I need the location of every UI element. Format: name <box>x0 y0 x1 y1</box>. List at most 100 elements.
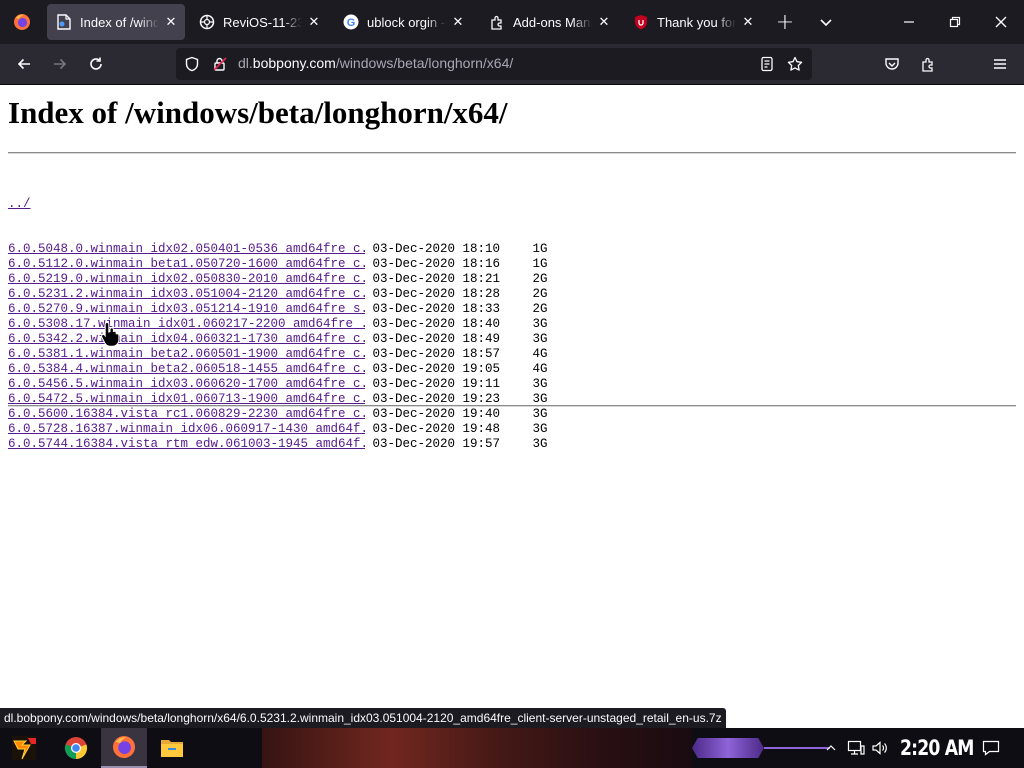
list-all-tabs-button[interactable] <box>811 7 841 37</box>
svg-text:G: G <box>347 17 356 29</box>
app-menu-button[interactable] <box>985 49 1015 79</box>
file-link[interactable]: 6.0.5112.0.winmain_beta1.050720-1600_amd… <box>8 257 365 272</box>
tab-thank-you[interactable]: Thank you for installing ✕ <box>624 4 762 40</box>
file-row: 6.0.5600.16384.vista_rc1.060829-2230_amd… <box>8 407 573 422</box>
close-tab-icon[interactable]: ✕ <box>740 14 756 30</box>
file-size: 2G <box>532 302 548 316</box>
file-date: 03-Dec-2020 19:57 <box>372 437 501 451</box>
parent-row: ../ <box>8 197 573 212</box>
reload-button[interactable] <box>81 49 111 79</box>
page-title: Index of /windows/beta/longhorn/x64/ <box>8 95 508 130</box>
file-size: 1G <box>532 257 548 271</box>
file-link[interactable]: 6.0.5384.4.winmain_beta2.060518-1455_amd… <box>8 362 365 377</box>
file-listing: ../ 6.0.5048.0.winmain_idx02.050401-0536… <box>8 167 573 482</box>
file-date: 03-Dec-2020 18:57 <box>372 347 501 361</box>
close-tab-icon[interactable]: ✕ <box>306 14 322 30</box>
file-size: 3G <box>532 332 548 346</box>
file-row: 6.0.5728.16387.winmain_idx06.060917-1430… <box>8 422 573 437</box>
file-link[interactable]: 6.0.5308.17.winmain_idx01.060217-2200_am… <box>8 317 365 332</box>
volume-tray-button[interactable] <box>870 738 890 758</box>
revi-logo-icon <box>199 14 215 30</box>
google-icon: G <box>343 14 359 30</box>
taskbar: 2:20 AM <box>0 728 1024 768</box>
forward-button[interactable] <box>45 49 75 79</box>
puzzle-icon <box>922 57 933 72</box>
file-row: 6.0.5219.0.winmain_idx02.050830-2010_amd… <box>8 272 573 287</box>
url-path: /windows/beta/longhorn/x64/ <box>335 55 514 71</box>
taskbar-firefox[interactable] <box>101 728 147 768</box>
speaker-icon <box>872 741 887 755</box>
tab-index[interactable]: Index of /windows/beta/longhorn/x64/ ✕ <box>47 4 185 40</box>
file-date: 03-Dec-2020 19:40 <box>372 407 501 421</box>
file-link[interactable]: 6.0.5381.1.winmain_beta2.060501-1900_amd… <box>8 347 365 362</box>
tab-title: Index of /windows/beta/longhorn/x64/ <box>80 14 159 30</box>
file-size: 4G <box>532 347 548 361</box>
parent-directory-link[interactable]: ../ <box>8 197 31 212</box>
tab-revios[interactable]: ReviOS-11-23.0 ✕ <box>190 4 328 40</box>
network-tray-button[interactable] <box>846 738 866 758</box>
file-size: 2G <box>532 272 548 286</box>
notifications-button[interactable] <box>980 738 1002 758</box>
file-date: 03-Dec-2020 18:28 <box>372 287 501 301</box>
start-button[interactable] <box>4 728 44 768</box>
taskbar-clock[interactable]: 2:20 AM <box>900 736 974 760</box>
file-link[interactable]: 6.0.5728.16387.winmain_idx06.060917-1430… <box>8 422 365 437</box>
taskbar-chrome[interactable] <box>56 728 96 768</box>
file-rows: 6.0.5048.0.winmain_idx02.050401-0536_amd… <box>8 242 573 452</box>
tab-google-search[interactable]: G ublock orgin - Google Search ✕ <box>334 4 472 40</box>
firefox-icon <box>14 14 30 30</box>
file-size: 3G <box>532 377 548 391</box>
show-hidden-icons-button[interactable] <box>824 738 838 758</box>
file-link[interactable]: 6.0.5270.9.winmain_idx03.051214-1910_amd… <box>8 302 365 317</box>
file-row: 6.0.5342.2.winmain_idx04.060321-1730_amd… <box>8 332 573 347</box>
file-size: 2G <box>532 287 548 301</box>
file-row: 6.0.5270.9.winmain_idx03.051214-1910_amd… <box>8 302 573 317</box>
tab-addons-manager[interactable]: Add-ons Manager ✕ <box>480 4 618 40</box>
tracking-protection-icon[interactable] <box>184 56 200 72</box>
file-link[interactable]: 6.0.5231.2.winmain_idx03.051004-2120_amd… <box>8 287 365 302</box>
close-tab-icon[interactable]: ✕ <box>596 14 612 30</box>
close-window-button[interactable] <box>978 0 1024 44</box>
close-tab-icon[interactable]: ✕ <box>450 14 466 30</box>
close-tab-icon[interactable]: ✕ <box>163 14 179 30</box>
reload-icon <box>90 57 102 70</box>
restore-button[interactable] <box>932 0 978 44</box>
taskbar-decoration-line <box>764 747 830 749</box>
file-link[interactable]: 6.0.5600.16384.vista_rc1.060829-2230_amd… <box>8 407 365 422</box>
chevron-down-icon <box>820 19 832 27</box>
hand-cursor-icon <box>101 321 120 347</box>
start-logo-icon <box>12 736 36 760</box>
file-row: 6.0.5744.16384.vista_rtm_edw.061003-1945… <box>8 437 573 452</box>
insecure-lock-icon[interactable] <box>212 56 228 72</box>
back-button[interactable] <box>9 49 39 79</box>
file-size: 3G <box>532 407 548 421</box>
file-link[interactable]: 6.0.5048.0.winmain_idx02.050401-0536_amd… <box>8 242 365 257</box>
tab-title: ublock orgin - Google Search <box>367 14 446 30</box>
file-date: 03-Dec-2020 18:49 <box>372 332 501 346</box>
puzzle-icon <box>489 14 505 30</box>
divider <box>8 152 1016 154</box>
file-date: 03-Dec-2020 19:11 <box>372 377 501 391</box>
file-date: 03-Dec-2020 18:33 <box>372 302 501 316</box>
file-row: 6.0.5112.0.winmain_beta1.050720-1600_amd… <box>8 257 573 272</box>
url-input[interactable]: dl.bobpony.com/windows/beta/longhorn/x64… <box>238 55 513 71</box>
link-status-panel: dl.bobpony.com/windows/beta/longhorn/x64… <box>0 708 726 728</box>
taskbar-file-explorer[interactable] <box>152 728 192 768</box>
new-tab-button[interactable]: + <box>770 7 800 37</box>
minimize-button[interactable] <box>886 0 932 44</box>
reader-view-icon[interactable] <box>759 56 775 72</box>
bookmark-star-icon[interactable] <box>787 56 803 72</box>
file-link[interactable]: 6.0.5342.2.winmain_idx04.060321-1730_amd… <box>8 332 365 347</box>
address-bar[interactable]: dl.bobpony.com/windows/beta/longhorn/x64… <box>176 48 812 80</box>
pocket-button[interactable] <box>877 49 907 79</box>
ublock-shield-icon <box>633 14 649 30</box>
firefox-view-button[interactable] <box>0 0 44 44</box>
file-link[interactable]: 6.0.5456.5.winmain_idx03.060620-1700_amd… <box>8 377 365 392</box>
document-icon <box>56 14 72 30</box>
file-link[interactable]: 6.0.5744.16384.vista_rtm_edw.061003-1945… <box>8 437 365 452</box>
extensions-button[interactable] <box>913 49 943 79</box>
divider <box>8 405 1016 407</box>
file-size: 3G <box>532 422 548 436</box>
arrow-left-icon <box>17 58 30 70</box>
file-link[interactable]: 6.0.5219.0.winmain_idx02.050830-2010_amd… <box>8 272 365 287</box>
